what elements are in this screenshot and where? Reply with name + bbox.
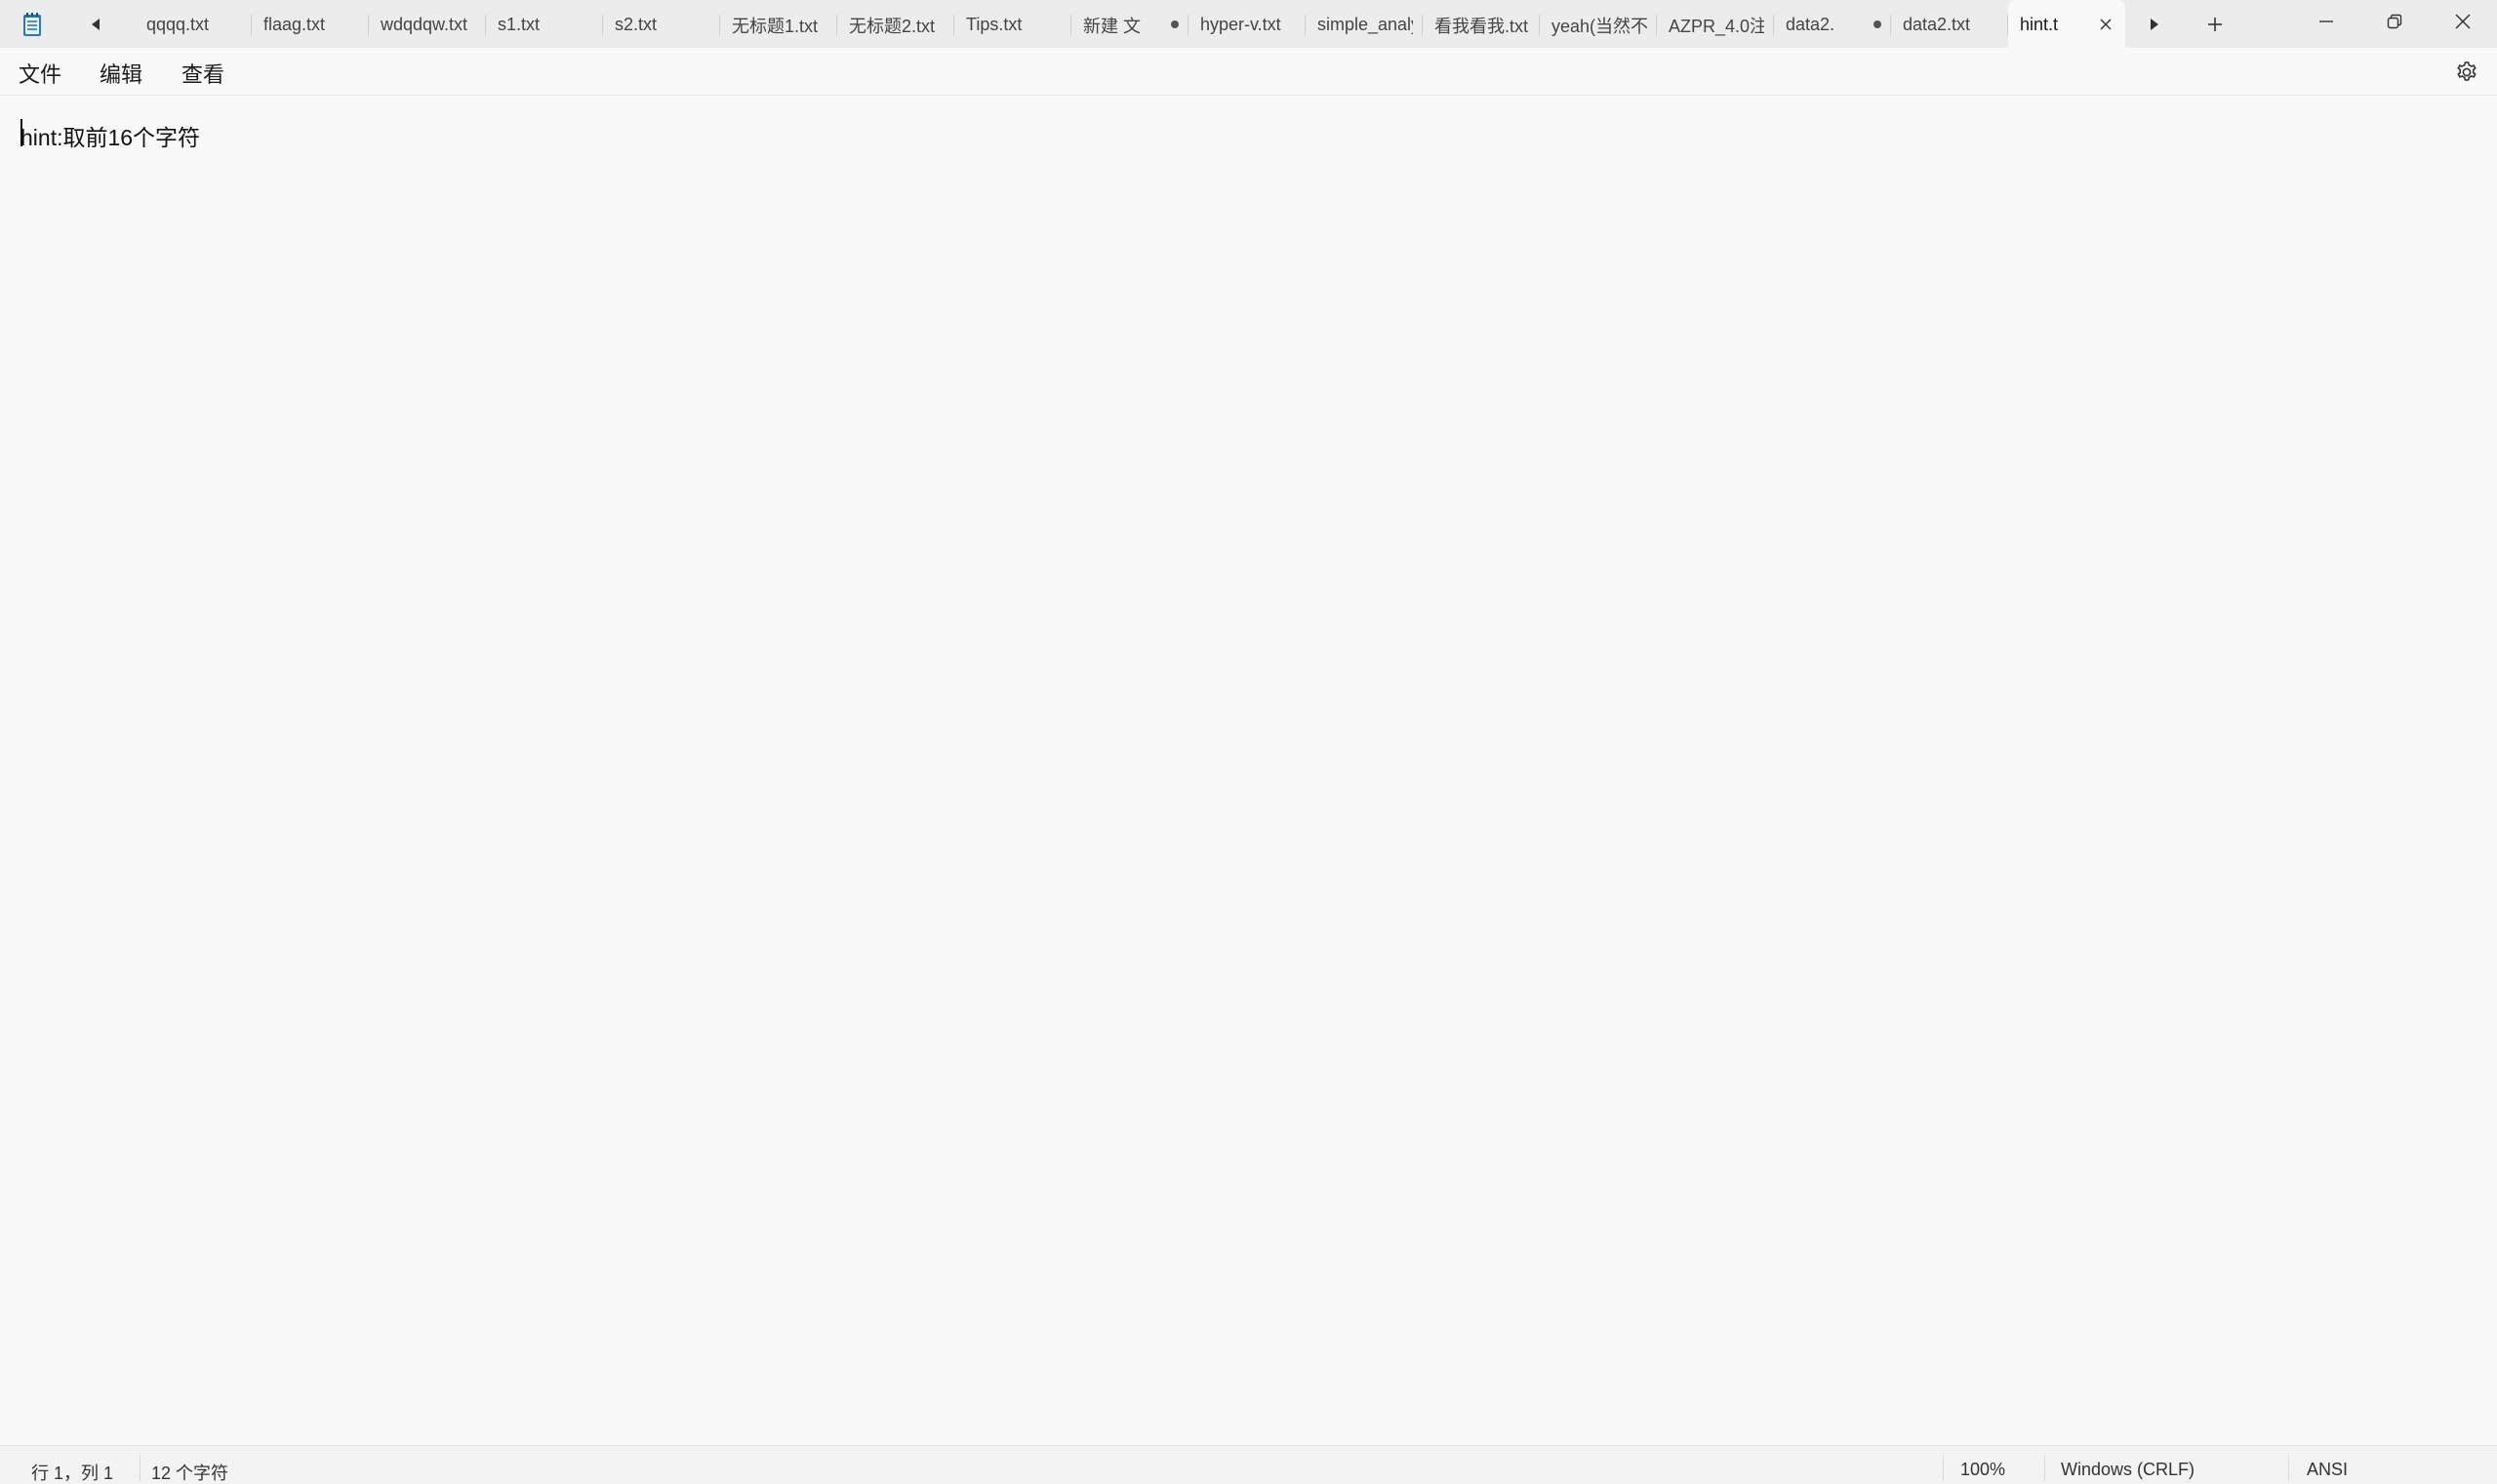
- encoding[interactable]: ANSI: [2307, 1460, 2348, 1480]
- menu-edit[interactable]: 编辑: [100, 58, 142, 89]
- menu-view[interactable]: 查看: [181, 58, 224, 89]
- minimize-icon[interactable]: [2292, 0, 2360, 43]
- tab-8[interactable]: 新建 文: [1071, 0, 1188, 48]
- cursor-position: 行 1，列 1: [31, 1464, 114, 1483]
- tab-10[interactable]: simple_analy: [1306, 0, 1423, 48]
- zoom-level[interactable]: 100%: [1960, 1460, 2005, 1480]
- unsaved-dot-icon[interactable]: [1873, 20, 1881, 28]
- notepad-window: qqqq.txt flaag.txt wdqdqw.txt s1.txt s2.txt 无…: [0, 0, 2497, 1484]
- tab-label: 新建 文: [1083, 16, 1142, 36]
- tab-6[interactable]: 无标题2.txt: [837, 0, 954, 48]
- text-editor[interactable]: hint:取前16个字符: [0, 96, 2497, 1445]
- title-bar: qqqq.txt flaag.txt wdqdqw.txt s1.txt s2.txt 无…: [0, 0, 2497, 48]
- scroll-right-icon[interactable]: [2137, 10, 2172, 39]
- menu-file[interactable]: 文件: [19, 58, 61, 89]
- close-window-icon[interactable]: [2429, 0, 2497, 43]
- tab-4[interactable]: s2.txt: [603, 0, 720, 48]
- tab-label: yeah(当然不: [1551, 16, 1647, 36]
- plus-icon[interactable]: [2197, 10, 2233, 39]
- tab-label: s2.txt: [615, 15, 658, 34]
- tab-label: 无标题1.txt: [732, 16, 819, 36]
- tab-2[interactable]: wdqdqw.txt: [369, 0, 486, 48]
- tab-13[interactable]: AZPR_4.0注释: [1657, 0, 1774, 48]
- status-bar: 行 1，列 1 12 个字符 100% Windows (CRLF) ANSI: [0, 1445, 2497, 1484]
- gear-icon[interactable]: [2454, 60, 2479, 85]
- tab-label: wdqdqw.txt: [381, 15, 468, 34]
- tab-label: AZPR_4.0注释: [1669, 16, 1764, 36]
- tab-1[interactable]: flaag.txt: [252, 0, 369, 48]
- status-separator: [2288, 1456, 2289, 1481]
- tab-12[interactable]: yeah(当然不: [1540, 0, 1657, 48]
- editor-content[interactable]: hint:取前16个字符: [20, 119, 200, 152]
- tab-strip: qqqq.txt flaag.txt wdqdqw.txt s1.txt s2.txt 无…: [135, 0, 2125, 48]
- tab-label: data2.: [1786, 15, 1835, 34]
- tab-label: qqqq.txt: [146, 15, 210, 34]
- scroll-left-icon[interactable]: [78, 10, 113, 39]
- tab-label: simple_analy: [1317, 15, 1413, 34]
- tab-16[interactable]: hint.t: [2008, 0, 2125, 48]
- status-separator: [1943, 1456, 1944, 1481]
- tab-11[interactable]: 看我看我.txt: [1423, 0, 1540, 48]
- menu-bar: 文件 编辑 查看: [0, 48, 2497, 96]
- tab-label: Tips.txt: [966, 15, 1023, 34]
- character-count: 12 个字符: [151, 1464, 229, 1483]
- close-icon[interactable]: [2096, 15, 2115, 34]
- tab-label: hyper-v.txt: [1200, 15, 1281, 34]
- window-controls: [2292, 0, 2497, 43]
- tab-7[interactable]: Tips.txt: [954, 0, 1071, 48]
- tab-5[interactable]: 无标题1.txt: [720, 0, 837, 48]
- tab-label: flaag.txt: [263, 15, 326, 34]
- tab-label: 看我看我.txt: [1434, 16, 1529, 36]
- restore-icon[interactable]: [2360, 0, 2429, 43]
- tab-label: s1.txt: [498, 15, 541, 34]
- status-separator: [2044, 1456, 2045, 1481]
- line-ending[interactable]: Windows (CRLF): [2061, 1460, 2195, 1480]
- tab-label: data2.txt: [1903, 15, 1971, 34]
- unsaved-dot-icon[interactable]: [1171, 20, 1179, 28]
- tab-9[interactable]: hyper-v.txt: [1188, 0, 1306, 48]
- tab-0[interactable]: qqqq.txt: [135, 0, 252, 48]
- tab-label: hint.t: [2020, 15, 2059, 34]
- tab-15[interactable]: data2.txt: [1891, 0, 2008, 48]
- tab-14[interactable]: data2.: [1774, 0, 1891, 48]
- status-separator: [140, 1456, 141, 1481]
- notepad-icon: [23, 13, 41, 36]
- tab-label: 无标题2.txt: [849, 16, 936, 36]
- tab-3[interactable]: s1.txt: [486, 0, 603, 48]
